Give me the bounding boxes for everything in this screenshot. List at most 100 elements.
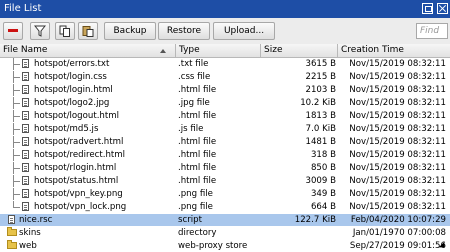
tree-branch xyxy=(13,64,20,65)
column-header-type[interactable]: Type xyxy=(176,44,261,57)
file-type: script xyxy=(178,215,202,225)
remove-button[interactable] xyxy=(3,22,23,40)
find-input[interactable] xyxy=(416,23,448,39)
window-titlebar: File List xyxy=(0,0,450,18)
file-type: .html file xyxy=(178,176,217,186)
table-row[interactable]: web web-proxy store Sep/27/2019 09:01:56 xyxy=(0,240,450,252)
table-row[interactable]: hotspot/redirect.html .html file 318 B N… xyxy=(0,149,450,161)
file-created: Nov/15/2019 08:32:11 xyxy=(349,124,446,134)
table-row[interactable]: hotspot/login.html .html file 2103 B Nov… xyxy=(0,84,450,96)
toolbar: Backup Restore Upload... xyxy=(0,18,450,45)
filter-button[interactable] xyxy=(30,22,50,40)
table-row[interactable]: hotspot/logout.html .html file 1813 B No… xyxy=(0,110,450,122)
restore-window-icon[interactable] xyxy=(422,3,433,14)
column-header-size[interactable]: Size xyxy=(261,44,338,57)
file-name: hotspot/radvert.html xyxy=(34,137,124,147)
file-size: 10.2 KiB xyxy=(300,98,336,108)
table-row[interactable]: hotspot/md5.js .js file 7.0 KiB Nov/15/2… xyxy=(0,123,450,135)
file-size: 7.0 KiB xyxy=(305,124,336,134)
file-type: .html file xyxy=(178,85,217,95)
file-created: Nov/15/2019 08:32:11 xyxy=(349,137,446,147)
upload-button[interactable]: Upload... xyxy=(213,22,275,40)
file-created: Nov/15/2019 08:32:11 xyxy=(349,98,446,108)
file-created: Nov/15/2019 08:32:11 xyxy=(349,72,446,82)
file-created: Nov/15/2019 08:32:11 xyxy=(349,202,446,212)
tree-branch xyxy=(13,181,20,182)
file-type: web-proxy store xyxy=(178,241,248,251)
tree-branch xyxy=(13,116,20,117)
table-row[interactable]: hotspot/errors.txt .txt file 3615 B Nov/… xyxy=(0,58,450,70)
copy-button[interactable] xyxy=(55,22,75,40)
file-icon xyxy=(22,124,29,133)
close-icon[interactable] xyxy=(437,3,448,14)
table-row[interactable]: skins directory Jan/01/1970 07:00:08 xyxy=(0,227,450,239)
file-name: hotspot/errors.txt xyxy=(34,59,110,69)
file-type: .html file xyxy=(178,150,217,160)
file-size: 349 B xyxy=(310,189,336,199)
file-icon xyxy=(8,215,15,224)
file-type: .html file xyxy=(178,137,217,147)
file-created: Nov/15/2019 08:32:11 xyxy=(349,85,446,95)
file-created: Jan/01/1970 07:00:08 xyxy=(352,228,446,238)
file-name: hotspot/login.html xyxy=(34,85,113,95)
table-row[interactable]: hotspot/status.html .html file 3009 B No… xyxy=(0,175,450,187)
file-icon xyxy=(22,59,29,68)
file-type: .js file xyxy=(178,124,204,134)
tree-branch xyxy=(13,207,20,208)
file-name: hotspot/logout.html xyxy=(34,111,120,121)
file-icon xyxy=(22,72,29,81)
table-row[interactable]: hotspot/login.css .css file 2215 B Nov/1… xyxy=(0,71,450,83)
file-name: hotspot/vpn_lock.png xyxy=(34,202,127,212)
file-type: .html file xyxy=(178,111,217,121)
file-size xyxy=(262,227,336,239)
table-row[interactable]: hotspot/radvert.html .html file 1481 B N… xyxy=(0,136,450,148)
tree-branch xyxy=(13,129,20,130)
file-created: Nov/15/2019 08:32:11 xyxy=(349,150,446,160)
copy-icon xyxy=(59,25,70,37)
minus-icon xyxy=(8,29,18,32)
folder-icon xyxy=(7,227,17,236)
file-type: directory xyxy=(178,228,217,238)
file-list: hotspot/errors.txt .txt file 3615 B Nov/… xyxy=(0,58,450,251)
table-row[interactable]: hotspot/vpn_key.png .png file 349 B Nov/… xyxy=(0,188,450,200)
table-row-selected[interactable]: nice.rsc script 122.7 KiB Feb/04/2020 10… xyxy=(0,214,450,226)
column-header-creation-time-label: Creation Time xyxy=(341,45,404,55)
file-icon xyxy=(22,176,29,185)
tree-branch xyxy=(13,194,20,195)
table-row[interactable]: hotspot/logo2.jpg .jpg file 10.2 KiB Nov… xyxy=(0,97,450,109)
file-size: 3009 B xyxy=(305,176,337,186)
file-size: 2103 B xyxy=(305,85,337,95)
file-created: Nov/15/2019 08:32:11 xyxy=(349,111,446,121)
file-name: hotspot/md5.js xyxy=(34,124,99,134)
column-header-creation-time[interactable]: Creation Time xyxy=(338,44,450,57)
file-icon xyxy=(22,137,29,146)
column-header-name[interactable]: File Name xyxy=(0,44,176,57)
file-type: .html file xyxy=(178,163,217,173)
paste-button[interactable] xyxy=(78,22,98,40)
file-size: 664 B xyxy=(310,202,336,212)
file-name: web xyxy=(19,241,37,251)
table-row[interactable]: hotspot/vpn_lock.png .png file 664 B Nov… xyxy=(0,201,450,213)
file-size: 122.7 KiB xyxy=(294,215,336,225)
file-type: .png file xyxy=(178,189,213,199)
file-type: .png file xyxy=(178,202,213,212)
file-created: Sep/27/2019 09:01:56 xyxy=(349,241,446,251)
file-size: 2215 B xyxy=(305,72,337,82)
file-name: hotspot/logo2.jpg xyxy=(34,98,110,108)
file-name: nice.rsc xyxy=(19,215,53,225)
file-size: 318 B xyxy=(310,150,336,160)
file-created: Nov/15/2019 08:32:11 xyxy=(349,59,446,69)
column-header-name-label: File Name xyxy=(3,45,48,55)
file-created: Feb/04/2020 10:07:29 xyxy=(350,215,446,225)
tree-branch xyxy=(13,168,20,169)
file-icon xyxy=(22,111,29,120)
file-icon xyxy=(22,202,29,211)
backup-button[interactable]: Backup xyxy=(104,22,156,40)
file-size xyxy=(262,240,336,252)
restore-button[interactable]: Restore xyxy=(158,22,210,40)
tree-branch xyxy=(13,142,20,143)
file-icon xyxy=(22,98,29,107)
file-type: .jpg file xyxy=(178,98,210,108)
file-type: .txt file xyxy=(178,59,209,69)
table-row[interactable]: hotspot/rlogin.html .html file 850 B Nov… xyxy=(0,162,450,174)
